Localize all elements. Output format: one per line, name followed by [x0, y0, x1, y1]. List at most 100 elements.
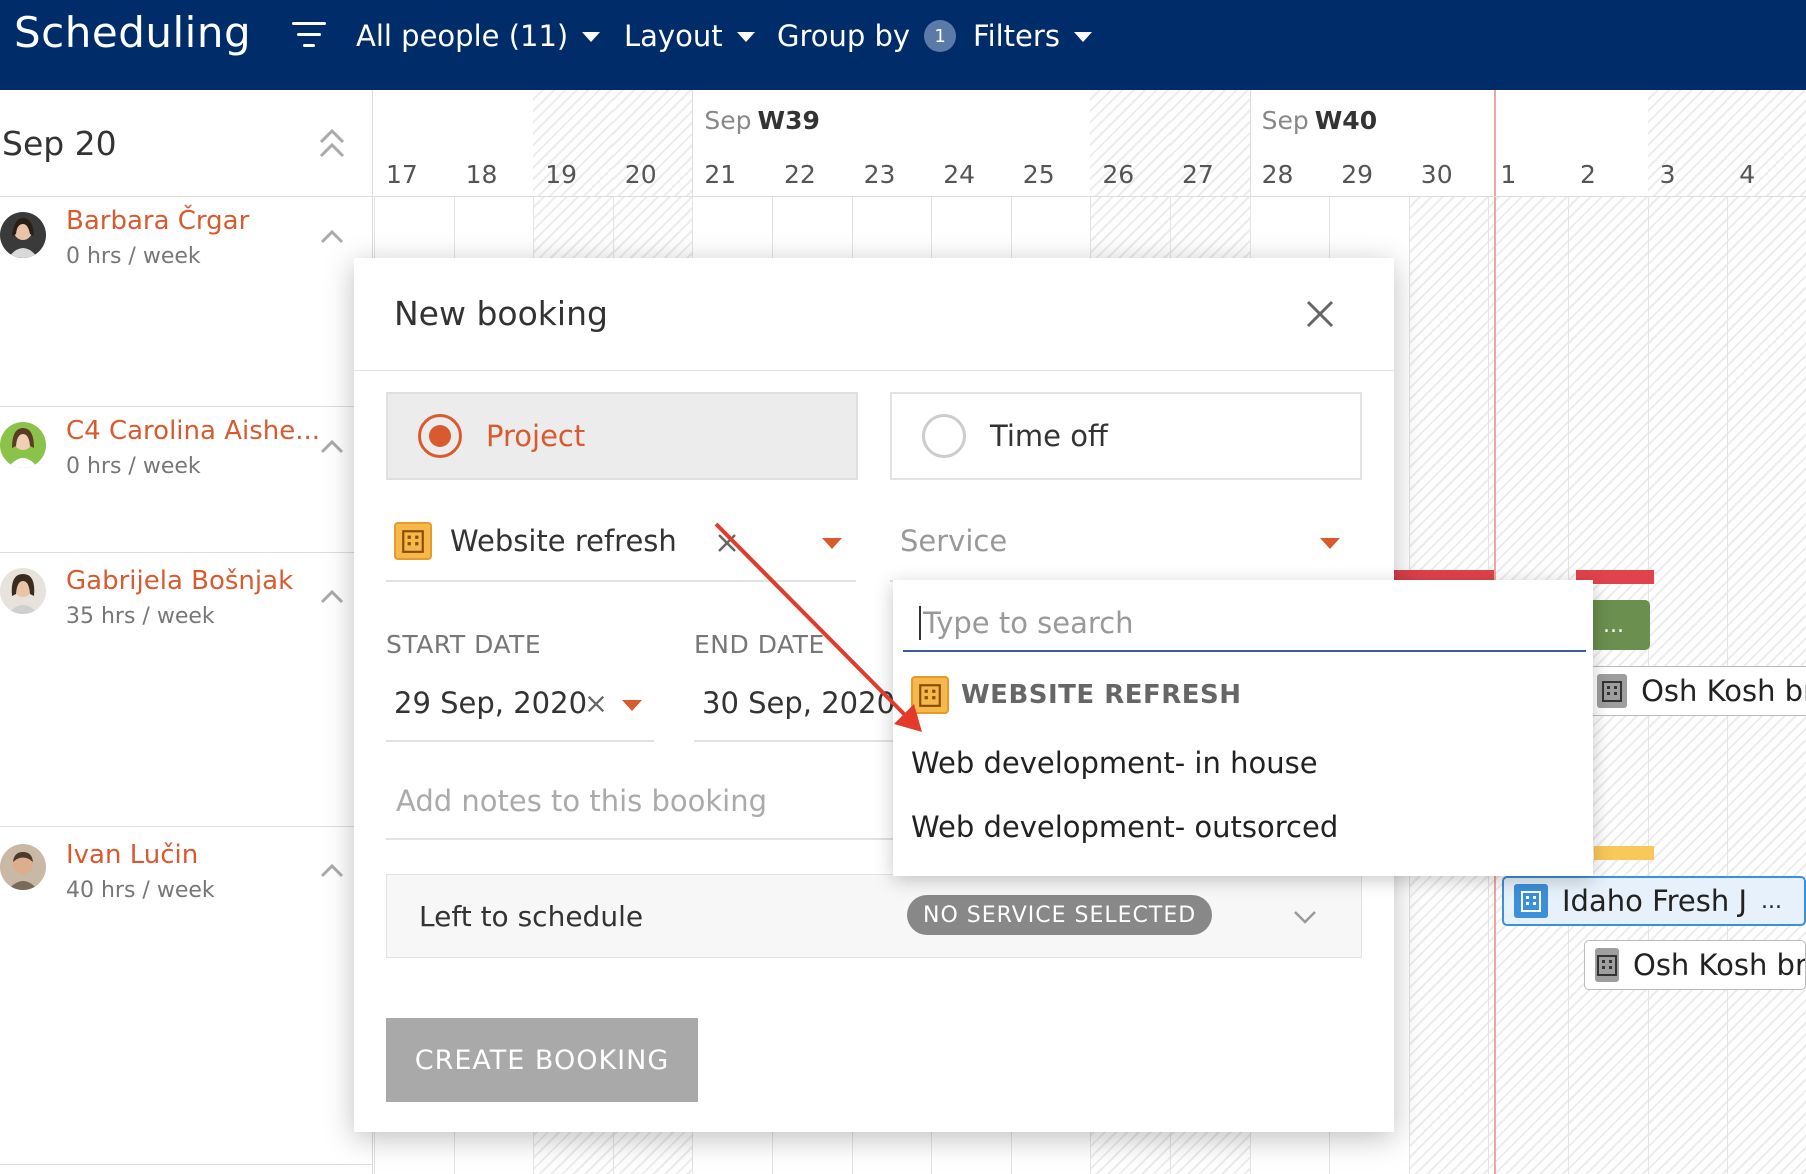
building-icon [1595, 948, 1619, 982]
day-number: 26 [1102, 160, 1135, 189]
chevron-down-icon [1073, 32, 1092, 42]
service-select-placeholder: Service [900, 524, 1008, 558]
person-name[interactable]: Gabrijela Bošnjak [66, 566, 293, 596]
top-bar: Scheduling All people (11) Layout Group … [0, 0, 1806, 90]
booking-chip-label: Idaho Fresh J [1562, 884, 1748, 918]
start-date-label: START DATE [386, 630, 542, 659]
day-number: 3 [1659, 160, 1676, 189]
building-icon [1597, 674, 1628, 708]
chevron-down-icon[interactable] [1293, 909, 1317, 925]
person-hours: 35 hrs / week [66, 604, 215, 629]
text-cursor [919, 606, 921, 640]
service-dropdown: Type to search WEBSITE REFRESH Web devel… [893, 580, 1593, 876]
day-number: 21 [704, 160, 737, 189]
chevron-down-icon [736, 32, 755, 42]
chevron-down-icon[interactable] [1320, 538, 1340, 549]
people-filter-dropdown[interactable]: All people (11) [356, 16, 601, 56]
chevron-up-icon[interactable] [320, 588, 344, 604]
booking-chip-label: ... [1603, 612, 1624, 638]
service-option[interactable]: Web development- outsorced [911, 810, 1338, 844]
chevron-down-icon [582, 32, 601, 42]
radio-unselected-icon [922, 414, 966, 458]
avatar [0, 568, 46, 614]
week-month: Sep [1261, 106, 1309, 135]
week-number: W40 [1314, 106, 1378, 135]
chevron-up-icon[interactable] [320, 862, 344, 878]
day-number: 17 [386, 160, 418, 189]
left-to-schedule-label: Left to schedule [419, 899, 644, 933]
booking-bar[interactable] [1594, 846, 1654, 860]
filters-dropdown[interactable]: Filters [973, 16, 1092, 56]
close-icon[interactable] [1302, 296, 1338, 332]
dropdown-group-header: WEBSITE REFRESH [911, 676, 1242, 714]
row-divider [0, 406, 373, 407]
start-date-field[interactable]: 29 Sep, 2020 [386, 670, 654, 742]
person-name[interactable]: Ivan Lučin [66, 840, 198, 870]
collapse-all-icon[interactable] [318, 126, 346, 162]
day-number: 18 [465, 160, 498, 189]
group-by-dropdown[interactable]: Group by 1 [777, 16, 957, 56]
day-number: 30 [1420, 160, 1453, 189]
project-select[interactable]: Website refresh [386, 504, 856, 582]
person-name[interactable]: C4 Carolina Aishe... [66, 416, 320, 446]
booking-chip[interactable]: Idaho Fresh J ... [1502, 876, 1806, 926]
timeoff-radio-option[interactable]: Time off [890, 392, 1362, 480]
project-building-icon [394, 522, 432, 560]
project-radio-label: Project [486, 419, 586, 453]
booking-chip[interactable]: Osh Kosh br [1586, 666, 1806, 716]
group-by-count-badge: 1 [924, 20, 957, 52]
project-radio-option[interactable]: Project [386, 392, 858, 480]
booking-chip-label: Osh Kosh br [1641, 674, 1806, 708]
left-to-schedule-panel[interactable]: Left to schedule NO SERVICE SELECTED [386, 874, 1362, 958]
modal-title: New booking [394, 294, 608, 333]
person-hours: 40 hrs / week [66, 878, 215, 903]
day-number: 4 [1739, 160, 1756, 189]
chevron-down-icon[interactable] [822, 538, 842, 549]
building-icon [1514, 884, 1548, 918]
project-building-icon [911, 676, 949, 714]
week-month: Sep [704, 106, 752, 135]
create-booking-button[interactable]: CREATE BOOKING [386, 1018, 698, 1102]
avatar [0, 844, 46, 890]
filters-label: Filters [973, 19, 1060, 53]
day-number: 1 [1500, 160, 1517, 189]
notes-placeholder: Add notes to this booking [396, 784, 768, 818]
chevron-down-icon[interactable] [622, 700, 642, 711]
row-divider [0, 1164, 373, 1165]
end-date-value: 30 Sep, 2020 [702, 686, 896, 720]
layout-dropdown[interactable]: Layout [624, 16, 755, 56]
header-divider [0, 196, 1806, 197]
person-hours: 0 hrs / week [66, 244, 201, 269]
week-label: Sep W40 [1262, 106, 1378, 135]
service-select[interactable]: Service [890, 504, 1362, 582]
end-date-label: END DATE [694, 630, 825, 659]
clear-icon[interactable] [586, 694, 606, 714]
service-search-input[interactable]: Type to search [903, 596, 1586, 652]
current-date-label: Sep 20 [2, 124, 117, 163]
day-number: 27 [1182, 160, 1214, 189]
row-divider [0, 552, 373, 553]
day-number: 28 [1261, 160, 1294, 189]
service-option[interactable]: Web development- in house [911, 746, 1318, 780]
avatar [0, 422, 46, 468]
dropdown-group-label: WEBSITE REFRESH [961, 680, 1242, 710]
end-date-field[interactable]: 30 Sep, 2020 [694, 670, 896, 742]
week-separator [1249, 90, 1251, 197]
avatar [0, 212, 46, 258]
booking-chip[interactable]: ... [1586, 600, 1650, 650]
booking-chip[interactable]: Osh Kosh br [1584, 940, 1806, 990]
clear-icon[interactable] [716, 532, 738, 554]
day-number: 23 [863, 160, 896, 189]
day-number: 29 [1341, 160, 1373, 189]
week-number: W39 [757, 106, 820, 135]
service-search-placeholder: Type to search [923, 606, 1134, 640]
chevron-up-icon[interactable] [320, 438, 344, 454]
group-by-label: Group by [777, 19, 911, 53]
day-number: 19 [545, 160, 577, 189]
day-number: 22 [784, 160, 816, 189]
row-divider [0, 826, 373, 827]
person-name[interactable]: Barbara Črgar [66, 206, 249, 236]
week-separator [692, 90, 694, 197]
filter-icon[interactable] [292, 22, 326, 50]
chevron-up-icon[interactable] [320, 228, 344, 244]
